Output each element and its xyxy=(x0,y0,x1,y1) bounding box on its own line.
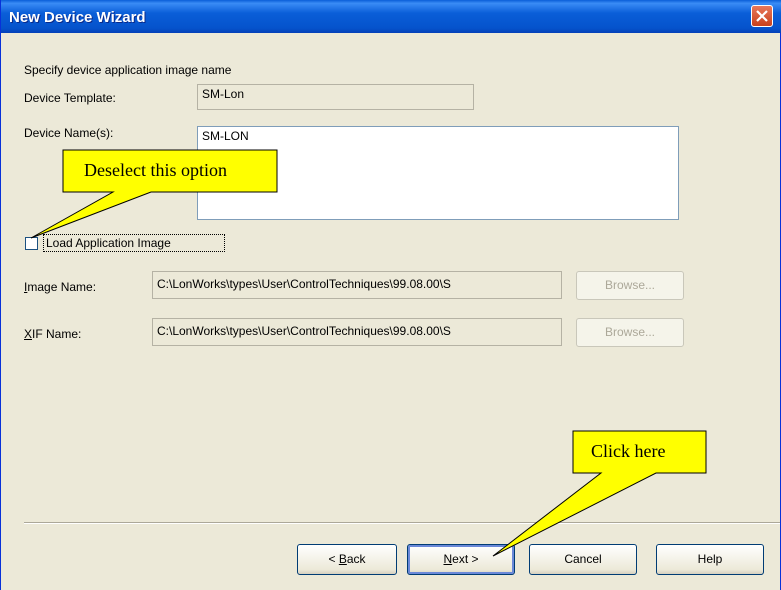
callout-shapes xyxy=(30,149,707,557)
wizard-window: New Device Wizard Specify device applica… xyxy=(0,0,781,590)
deselect-callout-text: Deselect this option xyxy=(84,160,227,180)
click-callout-text: Click here xyxy=(591,441,666,461)
